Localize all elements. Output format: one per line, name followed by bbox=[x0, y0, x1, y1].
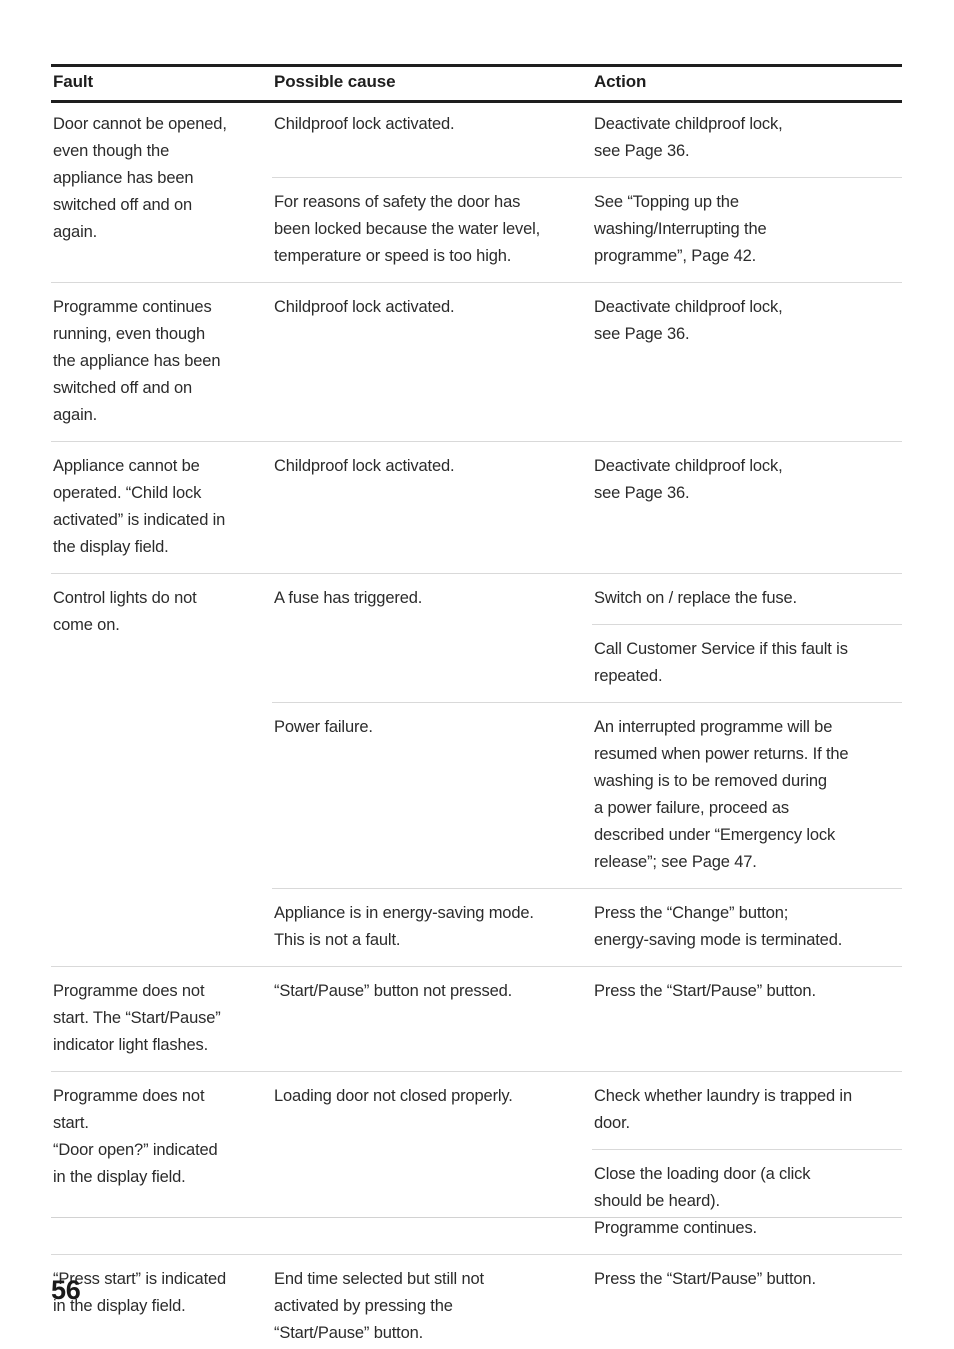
cell-action: Deactivate childproof lock, see Page 36. bbox=[592, 100, 902, 178]
cell-fault: Appliance cannot be operated. “Child loc… bbox=[51, 441, 272, 574]
possible-cause-text: For reasons of safety the door has been … bbox=[274, 193, 541, 265]
cell-possible-cause bbox=[272, 625, 592, 703]
cell-possible-cause: Power failure. bbox=[272, 702, 592, 889]
action-text: Switch on / replace the fuse. bbox=[594, 589, 797, 607]
table-row: “Press start” is indicated in the displa… bbox=[51, 1254, 902, 1349]
cell-fault: Programme does not start. The “Start/Pau… bbox=[51, 966, 272, 1072]
table-row: Door cannot be opened, even though the a… bbox=[51, 100, 902, 241]
cell-possible-cause: End time selected but still not activate… bbox=[272, 1254, 592, 1349]
cell-possible-cause: Childproof lock activated. bbox=[272, 282, 592, 442]
cell-possible-cause: Childproof lock activated. bbox=[272, 100, 592, 178]
cell-possible-cause: Childproof lock activated. bbox=[272, 441, 592, 574]
fault-text: “Press start” is indicated in the displa… bbox=[53, 1270, 227, 1315]
fault-text: Control lights do not come on. bbox=[53, 589, 197, 634]
column-header-possible-cause: Possible cause bbox=[274, 72, 396, 91]
table-row: Programme does not start. The “Start/Pau… bbox=[51, 966, 902, 1072]
column-header-action: Action bbox=[594, 72, 647, 91]
cell-possible-cause bbox=[272, 1150, 592, 1255]
possible-cause-text: Childproof lock activated. bbox=[274, 457, 455, 475]
action-text: Press the “Change” button; energy-saving… bbox=[594, 904, 843, 949]
fault-text: Door cannot be opened, even though the a… bbox=[53, 115, 227, 241]
cell-possible-cause: Loading door not closed properly. bbox=[272, 1071, 592, 1150]
possible-cause-text: A fuse has triggered. bbox=[274, 589, 423, 607]
table-row: Programme continues running, even though… bbox=[51, 282, 902, 442]
possible-cause-text: Loading door not closed properly. bbox=[274, 1087, 513, 1105]
possible-cause-text: Power failure. bbox=[274, 718, 373, 736]
action-text: Press the “Start/Pause” button. bbox=[594, 982, 816, 1000]
cell-action: Close the loading door (a click should b… bbox=[592, 1149, 902, 1255]
cell-action: Deactivate childproof lock, see Page 36. bbox=[592, 441, 902, 574]
cell-fault: Programme continues running, even though… bbox=[51, 282, 272, 442]
possible-cause-text: Childproof lock activated. bbox=[274, 115, 455, 133]
cell-fault: Control lights do not come on. bbox=[51, 573, 272, 967]
cell-action: Call Customer Service if this fault is r… bbox=[592, 624, 902, 703]
possible-cause-text: End time selected but still not activate… bbox=[274, 1270, 484, 1342]
table-row: Control lights do not come on. A fuse has… bbox=[51, 573, 902, 967]
action-text: An interrupted programme will be resumed… bbox=[594, 718, 849, 871]
action-text: Check whether laundry is trapped in door… bbox=[594, 1087, 852, 1132]
fault-text: Programme does not start. “Door open?” i… bbox=[53, 1087, 218, 1186]
action-text: Press the “Start/Pause” button. bbox=[594, 1270, 816, 1288]
possible-cause-text: Appliance is in energy-saving mode. This… bbox=[274, 904, 534, 949]
cell-fault: Door cannot be opened, even though the a… bbox=[51, 100, 272, 283]
cell-action: Switch on / replace the fuse. bbox=[592, 573, 902, 625]
cell-action: Press the “Start/Pause” button. bbox=[592, 966, 902, 1072]
cell-possible-cause: A fuse has triggered. bbox=[272, 573, 592, 625]
cell-possible-cause: Appliance is in energy-saving mode. This… bbox=[272, 888, 592, 967]
page-number: 56 bbox=[51, 1275, 81, 1305]
cell-action: See “Topping up the washing/Interrupting… bbox=[592, 177, 902, 283]
document-page: Fault Possible cause Action Door cannot … bbox=[0, 0, 954, 1349]
action-text: Deactivate childproof lock, see Page 36. bbox=[594, 115, 783, 160]
cell-fault: “Press start” is indicated in the displa… bbox=[51, 1254, 272, 1349]
action-text: Deactivate childproof lock, see Page 36. bbox=[594, 457, 783, 502]
cell-action: Check whether laundry is trapped in door… bbox=[592, 1071, 902, 1150]
cell-possible-cause: “Start/Pause” button not pressed. bbox=[272, 966, 592, 1072]
cell-action: Deactivate childproof lock, see Page 36. bbox=[592, 282, 902, 442]
cell-fault: Programme does not start. “Door open?” i… bbox=[51, 1071, 272, 1255]
cell-action: An interrupted programme will be resumed… bbox=[592, 702, 902, 889]
cell-possible-cause: For reasons of safety the door has been … bbox=[272, 177, 592, 283]
possible-cause-text: “Start/Pause” button not pressed. bbox=[274, 982, 513, 1000]
table-body: Door cannot be opened, even though the a… bbox=[51, 100, 902, 1349]
column-header-fault: Fault bbox=[53, 72, 94, 91]
table-header: Fault Possible cause Action bbox=[51, 64, 902, 100]
table-row: Programme does not start. “Door open?” i… bbox=[51, 1071, 902, 1255]
fault-text: Programme continues running, even though… bbox=[53, 298, 221, 424]
table-row: Appliance cannot be operated. “Child loc… bbox=[51, 441, 902, 574]
action-text: Deactivate childproof lock, see Page 36. bbox=[594, 298, 783, 343]
table-header-row: Fault Possible cause Action bbox=[51, 64, 902, 100]
fault-text: Programme does not start. The “Start/Pau… bbox=[53, 982, 221, 1054]
cell-action: Press the “Change” button; energy-saving… bbox=[592, 888, 902, 967]
cell-action: Press the “Start/Pause” button. bbox=[592, 1254, 902, 1349]
action-text: Close the loading door (a click should b… bbox=[594, 1165, 811, 1237]
possible-cause-text: Childproof lock activated. bbox=[274, 298, 455, 316]
action-text: Call Customer Service if this fault is r… bbox=[594, 640, 848, 685]
fault-text: Appliance cannot be operated. “Child loc… bbox=[53, 457, 226, 556]
fault-troubleshooting-table: Fault Possible cause Action Door cannot … bbox=[51, 64, 902, 1349]
action-text: See “Topping up the washing/Interrupting… bbox=[594, 193, 767, 265]
